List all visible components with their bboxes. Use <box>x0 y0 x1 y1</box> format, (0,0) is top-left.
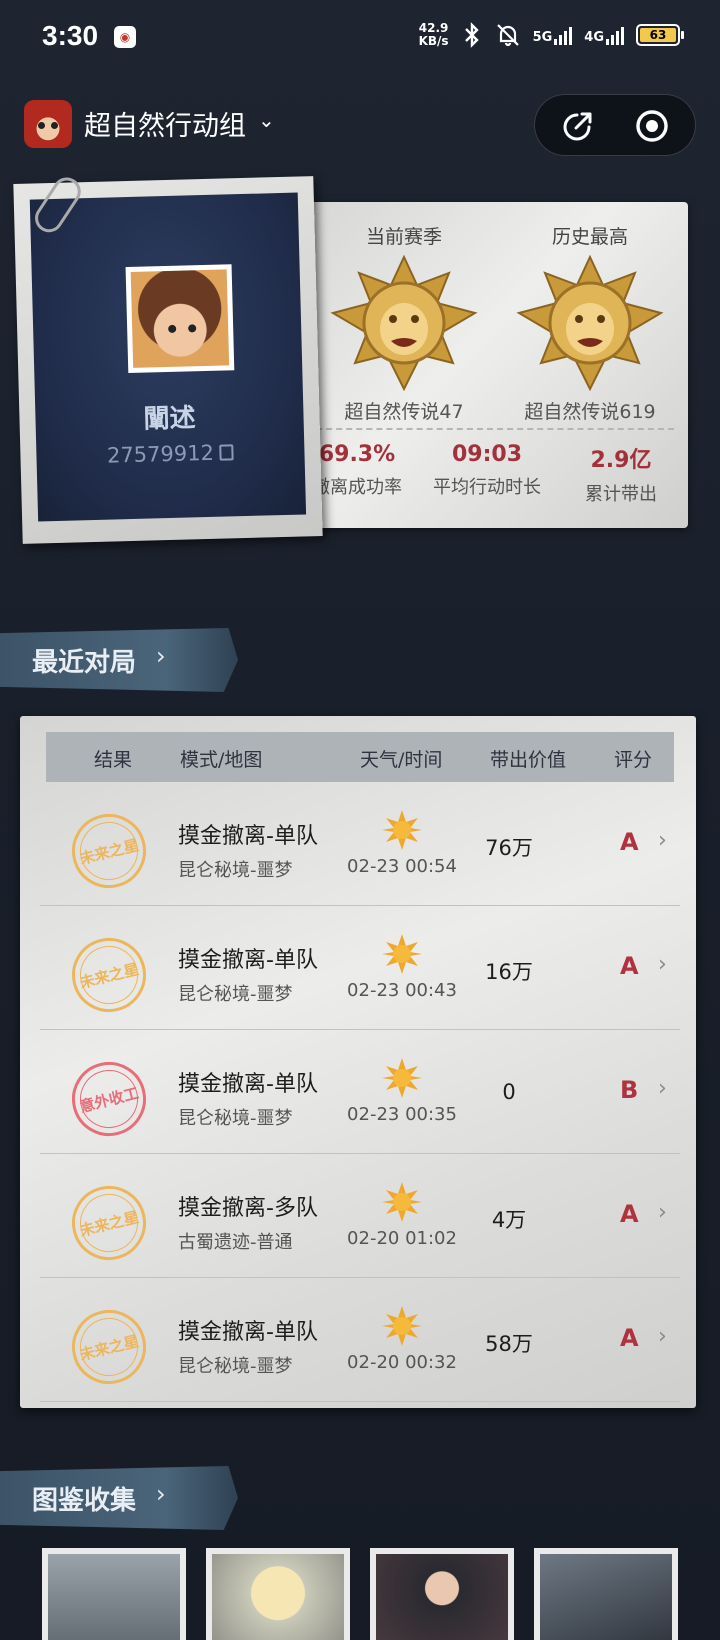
match-mode: 摸金撤离-单队 <box>178 1072 318 1097</box>
collection-title: 图鉴收集 <box>32 1486 137 1516</box>
current-season-label: 当前赛季 <box>365 226 442 248</box>
match-mode: 摸金撤离-单队 <box>178 1320 318 1345</box>
result-stamp: 未来之星 <box>64 930 154 1020</box>
rank-stats-panel: 当前赛季 超自然传说47 历史最高 超自然传说619 69.3% 撤离成功率 0… <box>292 202 688 528</box>
table-row[interactable]: 未来之星 摸金撤离-单队 昆仑秘境-噩梦 02-23 00:43 16万 A › <box>40 906 680 1030</box>
col-value: 带出价值 <box>490 749 567 771</box>
col-mode-map: 模式/地图 <box>180 749 263 771</box>
player-photo-card: 闡述 27579912 <box>13 172 323 544</box>
match-grade: A <box>620 828 639 856</box>
recent-matches-header[interactable]: 最近对局 › <box>0 628 238 692</box>
match-mode: 摸金撤离-单队 <box>178 824 318 849</box>
chevron-right-icon[interactable]: › <box>658 1200 667 1225</box>
app-header: 超自然行动组 ⌄ <box>0 90 720 160</box>
match-grade: A <box>620 952 639 980</box>
collection-item[interactable] <box>534 1548 678 1640</box>
team-avatar[interactable] <box>24 100 72 148</box>
match-map: 昆仑秘境-噩梦 <box>178 984 293 1005</box>
match-grade: A <box>620 1324 639 1352</box>
sun-icon <box>382 1058 422 1098</box>
signal-5g: 5G <box>533 25 573 45</box>
collection-item[interactable] <box>206 1548 350 1640</box>
match-grade: B <box>620 1076 639 1104</box>
stat-total-extracted: 2.9亿 累计带出 <box>585 448 657 505</box>
chevron-right-icon: › <box>156 1480 166 1508</box>
best-rank-label: 历史最高 <box>551 226 628 248</box>
profile-card: 当前赛季 超自然传说47 历史最高 超自然传说619 69.3% 撤离成功率 0… <box>12 172 712 560</box>
battery-icon: 63 <box>636 24 684 46</box>
match-value: 0 <box>502 1080 516 1104</box>
table-row[interactable]: 未来之星 摸金撤离-多队 古蜀遗迹-普通 02-20 01:02 4万 A › <box>40 1154 680 1278</box>
match-time: 02-23 00:35 <box>347 1104 457 1125</box>
chevron-right-icon: › <box>156 642 166 670</box>
result-stamp: 未来之星 <box>64 1302 154 1392</box>
result-stamp: 意外收工 <box>64 1054 154 1144</box>
match-value: 76万 <box>485 836 533 860</box>
match-grade: A <box>620 1200 639 1228</box>
status-bar: 3:30 ◉ 42.9 KB/s 5G 4G 63 <box>0 0 720 78</box>
recent-matches-title: 最近对局 <box>32 648 137 678</box>
notification-icon: ◉ <box>114 26 136 48</box>
best-rank: 历史最高 超自然传说619 <box>500 222 680 424</box>
player-id[interactable]: 27579912 <box>36 438 305 469</box>
chevron-right-icon[interactable]: › <box>658 952 667 977</box>
lion-rank-badge-icon <box>516 254 664 392</box>
current-season-rank-name: 超自然传说47 <box>344 401 464 423</box>
avatar[interactable] <box>125 264 235 374</box>
net-speed: 42.9 KB/s <box>418 21 449 48</box>
sun-icon <box>382 810 422 850</box>
battery-level: 63 <box>640 28 676 42</box>
chevron-right-icon[interactable]: › <box>658 828 667 853</box>
bluetooth-icon <box>464 22 479 48</box>
table-row[interactable]: 未来之星 摸金撤离-单队 昆仑秘境-噩梦 02-23 00:54 76万 A › <box>40 782 680 906</box>
collection-header[interactable]: 图鉴收集 › <box>0 1466 238 1530</box>
match-value: 16万 <box>485 960 533 984</box>
current-season-rank: 当前赛季 超自然传说47 <box>314 222 494 424</box>
table-row[interactable]: 未来之星 摸金撤离-单队 昆仑秘境-噩梦 02-20 00:32 58万 A › <box>40 1278 680 1402</box>
signal-4g: 4G <box>584 25 624 45</box>
stat-avg-duration: 09:03 平均行动时长 <box>433 442 541 498</box>
match-map: 昆仑秘境-噩梦 <box>178 860 293 881</box>
sun-icon <box>382 934 422 974</box>
col-result: 结果 <box>94 749 133 771</box>
best-rank-name: 超自然传说619 <box>524 401 656 423</box>
player-name: 闡述 <box>143 403 196 435</box>
status-indicators: 42.9 KB/s 5G 4G 63 <box>418 21 684 48</box>
share-icon[interactable] <box>559 107 597 145</box>
match-value: 58万 <box>485 1332 533 1356</box>
lion-rank-badge-icon <box>330 254 478 392</box>
player-photo-background: 闡述 27579912 <box>29 192 307 522</box>
match-map: 昆仑秘境-噩梦 <box>178 1356 293 1377</box>
collection-item[interactable] <box>42 1548 186 1640</box>
match-value: 4万 <box>491 1208 527 1232</box>
mini-program-capsule <box>534 94 696 156</box>
match-mode: 摸金撤离-单队 <box>178 948 318 973</box>
table-row[interactable]: 意外收工 摸金撤离-单队昆仑秘境-噩梦 02-23 00:35 0 B › <box>40 1030 680 1154</box>
chevron-right-icon[interactable]: › <box>658 1076 667 1101</box>
collection-item[interactable] <box>370 1548 514 1640</box>
copy-icon[interactable] <box>219 444 235 461</box>
chevron-down-icon[interactable]: ⌄ <box>258 108 275 132</box>
bell-off-icon <box>496 24 519 47</box>
status-time: 3:30 <box>42 20 99 51</box>
team-name[interactable]: 超自然行动组 <box>84 104 246 143</box>
chevron-right-icon[interactable]: › <box>658 1324 667 1349</box>
result-stamp: 未来之星 <box>64 806 154 896</box>
match-map: 古蜀遗迹-普通 <box>178 1232 293 1253</box>
record-icon[interactable] <box>633 107 671 145</box>
col-weather-time: 天气/时间 <box>360 749 443 771</box>
sun-icon <box>382 1182 422 1222</box>
divider <box>306 428 674 430</box>
match-mode: 摸金撤离-多队 <box>178 1196 318 1221</box>
result-stamp: 未来之星 <box>64 1178 154 1268</box>
sun-icon <box>382 1306 422 1346</box>
table-header: 结果 模式/地图 天气/时间 带出价值 评分 <box>46 732 674 782</box>
match-map: 昆仑秘境-噩梦 <box>178 1108 293 1129</box>
col-grade: 评分 <box>614 749 653 771</box>
